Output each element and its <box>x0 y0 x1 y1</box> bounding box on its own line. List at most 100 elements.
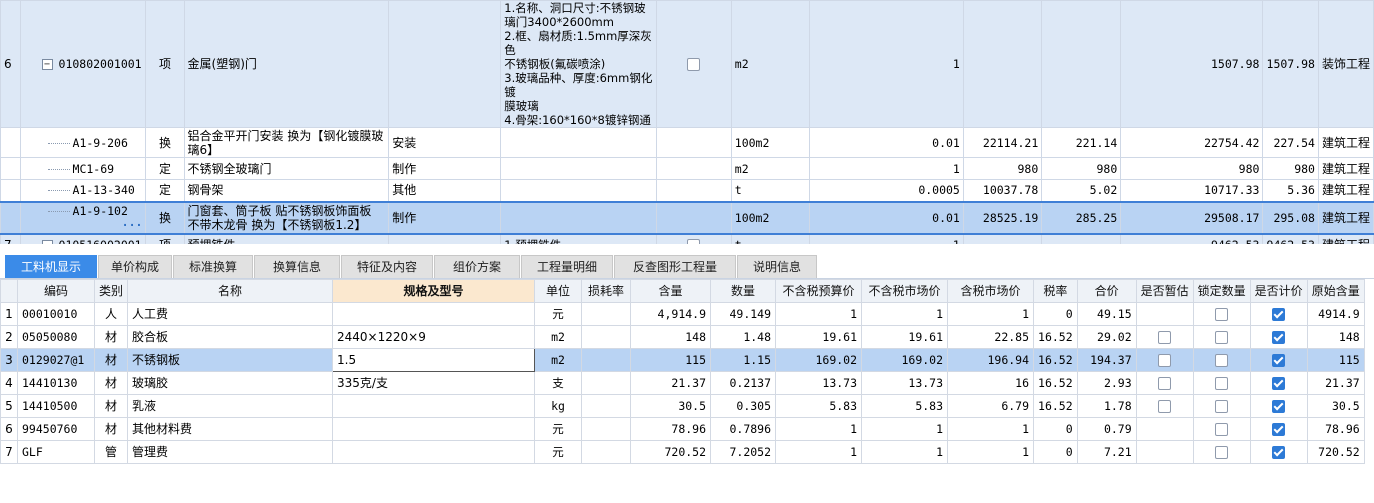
lock-qty-cell[interactable] <box>1192 440 1251 464</box>
table-row[interactable]: 3 0129027@1 材不锈钢板 1.5 m2 115 1.15 169.02 169.02 1… <box>0 348 1365 372</box>
tab-8[interactable]: 说明信息 <box>737 255 817 278</box>
pre-tax-market-price[interactable]: 169.02 <box>861 348 949 372</box>
priced-checkbox[interactable] <box>1272 400 1286 413</box>
tax-rate[interactable]: 0 <box>1033 440 1078 464</box>
tax-inclusive-market-price[interactable]: 1 <box>947 417 1035 441</box>
tax-rate[interactable]: 16.52 <box>1033 348 1078 372</box>
item-code[interactable]: −010802001001 <box>19 0 147 128</box>
item-check-cell[interactable] <box>656 157 732 180</box>
item-code[interactable]: A1-9-206 <box>19 127 147 158</box>
item-check-cell[interactable] <box>656 179 732 202</box>
estimate-cell[interactable] <box>1135 394 1194 418</box>
item-quantity[interactable]: 1 <box>809 157 964 180</box>
item-check-cell[interactable] <box>656 233 732 244</box>
material-spec[interactable] <box>332 440 536 464</box>
lock-qty-checkbox[interactable] <box>1215 423 1229 436</box>
table-row[interactable]: 6 99450760 材其他材料费元 78.96 0.7896 1 1 1 0 0.79 78.96 <box>0 417 1365 441</box>
table-row[interactable]: 4 14410130 材玻璃胶 335克/支支 21.37 0.2137 13.73 13.7… <box>0 371 1365 395</box>
tax-inclusive-market-price[interactable]: 6.79 <box>947 394 1035 418</box>
tab-5[interactable]: 组价方案 <box>434 255 520 278</box>
item-quantity[interactable]: 1 <box>809 0 964 128</box>
tax-rate[interactable]: 16.52 <box>1033 371 1078 395</box>
lock-qty-checkbox[interactable] <box>1215 308 1229 321</box>
item-code[interactable]: −010516002001 <box>19 233 147 244</box>
content-amount[interactable]: 115 <box>630 348 712 372</box>
column-header[interactable]: 不含税市场价 <box>861 279 949 303</box>
column-header[interactable]: 锁定数量 <box>1192 279 1251 303</box>
lock-qty-cell[interactable] <box>1192 325 1251 349</box>
item-features[interactable]: 1.名称、洞口尺寸:不锈钢玻 璃门3400*2600mm 2.框、扇材质:1.5mm… <box>500 0 658 128</box>
content-amount[interactable]: 21.37 <box>630 371 712 395</box>
tax-rate[interactable]: 0 <box>1033 302 1078 326</box>
material-code[interactable]: 99450760 <box>17 417 95 441</box>
column-header[interactable]: 含量 <box>630 279 712 303</box>
priced-checkbox[interactable] <box>1272 331 1286 344</box>
lock-qty-cell[interactable] <box>1192 302 1251 326</box>
material-code[interactable]: 14410130 <box>17 371 95 395</box>
column-header[interactable]: 损耗率 <box>581 279 632 303</box>
list-item-quota[interactable]: A1-9-102 ··· 换门窗套、筒子板 贴不锈钢板饰面板 不带木龙骨 换为【不锈… <box>0 200 1374 235</box>
material-spec[interactable] <box>332 302 536 326</box>
tax-inclusive-market-price[interactable]: 16 <box>947 371 1035 395</box>
table-row[interactable]: 2 05050080 材胶合板 2440×1220×9 m2 148 1.48 19.61 19… <box>0 325 1365 349</box>
lock-qty-cell[interactable] <box>1192 348 1251 372</box>
column-header[interactable]: 是否暂估 <box>1135 279 1194 303</box>
priced-cell[interactable] <box>1249 302 1308 326</box>
column-header[interactable]: 不含税预算价 <box>775 279 863 303</box>
list-item-section[interactable]: 7−010516002001项预埋铁件 1.预埋铁件 t1 9462.539462.5… <box>0 233 1374 244</box>
loss-rate[interactable] <box>581 302 632 326</box>
column-header[interactable] <box>0 279 18 303</box>
estimate-cell[interactable] <box>1135 348 1194 372</box>
content-amount[interactable]: 4,914.9 <box>630 302 712 326</box>
item-check-cell[interactable] <box>656 0 732 128</box>
item-code[interactable]: A1-9-102 ··· <box>19 200 147 235</box>
material-name[interactable]: 胶合板 <box>127 325 334 349</box>
priced-cell[interactable] <box>1249 417 1308 441</box>
loss-rate[interactable] <box>581 440 632 464</box>
item-quantity[interactable]: 1 <box>809 233 964 244</box>
pre-tax-market-price[interactable]: 1 <box>861 302 949 326</box>
material-code[interactable]: GLF <box>17 440 95 464</box>
tax-inclusive-market-price[interactable]: 1 <box>947 440 1035 464</box>
priced-checkbox[interactable] <box>1272 446 1286 459</box>
tax-rate[interactable]: 0 <box>1033 417 1078 441</box>
tab-2[interactable]: 标准换算 <box>173 255 253 278</box>
material-code[interactable]: 05050080 <box>17 325 95 349</box>
lock-qty-checkbox[interactable] <box>1215 446 1229 459</box>
material-code[interactable]: 14410500 <box>17 394 95 418</box>
item-name[interactable]: 金属(塑钢)门 <box>183 0 390 128</box>
column-header[interactable]: 是否计价 <box>1249 279 1308 303</box>
tab-1[interactable]: 单价构成 <box>98 255 172 278</box>
collapse-icon[interactable]: − <box>41 59 53 70</box>
tax-inclusive-market-price[interactable]: 1 <box>947 302 1035 326</box>
item-check-cell[interactable] <box>656 200 732 235</box>
estimate-cell[interactable] <box>1135 417 1194 441</box>
item-features[interactable] <box>500 200 658 235</box>
priced-cell[interactable] <box>1249 325 1308 349</box>
item-quantity[interactable]: 0.0005 <box>809 179 964 202</box>
pre-tax-market-price[interactable]: 19.61 <box>861 325 949 349</box>
tab-4[interactable]: 特征及内容 <box>341 255 433 278</box>
column-header[interactable]: 编码 <box>17 279 95 303</box>
item-quantity[interactable]: 0.01 <box>809 200 964 235</box>
column-header[interactable]: 规格及型号 <box>332 279 536 303</box>
priced-cell[interactable] <box>1249 348 1308 372</box>
material-name[interactable]: 人工费 <box>127 302 334 326</box>
material-code[interactable]: 00010010 <box>17 302 95 326</box>
list-item-section[interactable]: 6−010802001001 项金属(塑钢)门 1.名称、洞口尺寸:不锈钢玻 璃门34… <box>0 0 1374 128</box>
pre-tax-budget-price[interactable]: 5.83 <box>775 394 863 418</box>
estimate-checkbox[interactable] <box>1158 354 1172 367</box>
pre-tax-budget-price[interactable]: 1 <box>775 417 863 441</box>
item-code[interactable]: A1-13-340 <box>19 179 147 202</box>
material-spec[interactable]: 335克/支 <box>332 371 536 395</box>
estimate-checkbox[interactable] <box>1158 331 1172 344</box>
priced-checkbox[interactable] <box>1272 377 1286 390</box>
pre-tax-market-price[interactable]: 1 <box>861 440 949 464</box>
item-name[interactable]: 预埋铁件 <box>183 233 390 244</box>
loss-rate[interactable] <box>581 417 632 441</box>
content-amount[interactable]: 148 <box>630 325 712 349</box>
item-checkbox[interactable] <box>687 58 701 71</box>
table-row[interactable]: 5 14410500 材乳液 kg 30.5 0.305 5.83 5.83 6.79 16.52… <box>0 394 1365 418</box>
more-options-icon[interactable]: ··· <box>122 218 143 232</box>
content-amount[interactable]: 720.52 <box>630 440 712 464</box>
